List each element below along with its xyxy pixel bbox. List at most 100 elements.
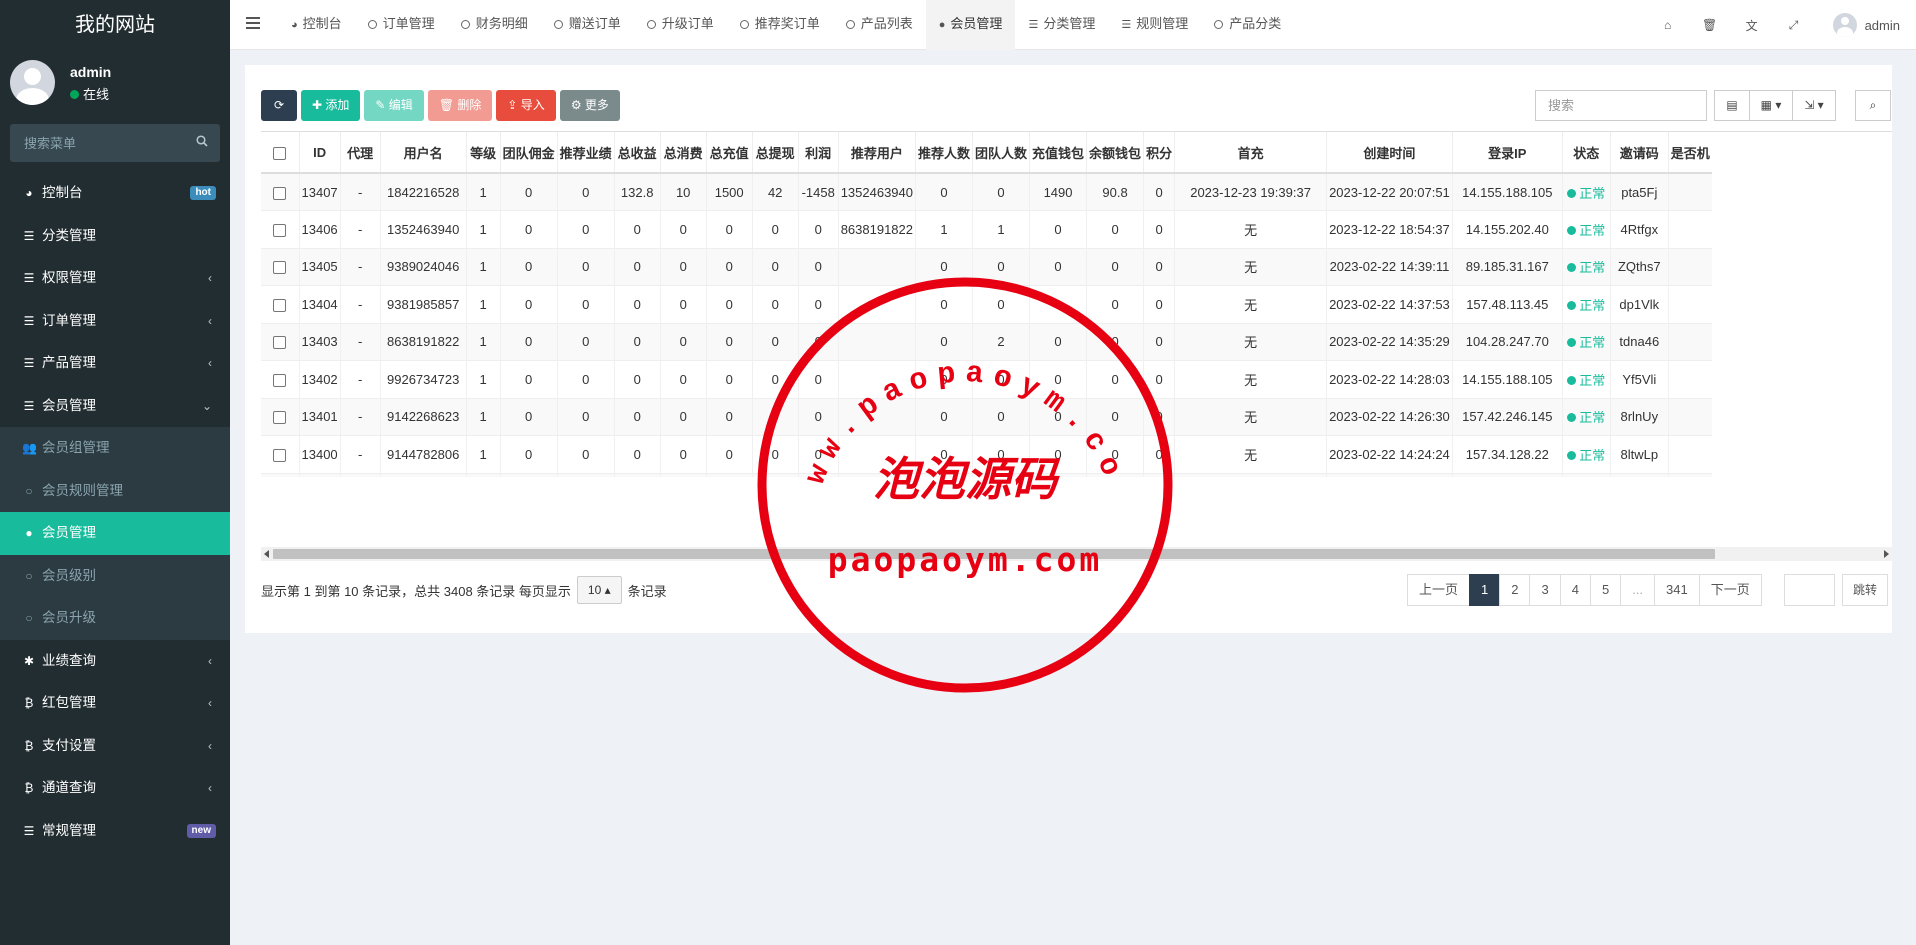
tab-1[interactable]: 订单管理 — [355, 0, 448, 50]
column-header[interactable]: ID — [298, 132, 341, 174]
column-header[interactable]: 登录IP — [1451, 132, 1563, 174]
status-badge[interactable]: 正常 — [1579, 410, 1605, 425]
sidebar-item-11[interactable]: ✱ 业绩查询 ‹ — [0, 640, 230, 683]
sidebar-item-8[interactable]: ● 会员管理 — [0, 512, 230, 555]
sidebar-item-1[interactable]: ☰ 分类管理 — [0, 215, 230, 258]
page-size-select[interactable]: 10 ▴ — [576, 576, 622, 604]
status-badge[interactable]: 正常 — [1579, 298, 1605, 313]
admin-name[interactable]: admin — [1865, 18, 1900, 33]
column-header[interactable]: 邀请码 — [1609, 132, 1669, 174]
status-badge[interactable]: 正常 — [1579, 260, 1605, 275]
table-row[interactable]: 13400-9144782806 1 0 0 0 0 0 0 0 0 0 0 0 0 无 2023-02-22… — [261, 435, 1712, 473]
column-header[interactable]: 团队人数 — [972, 132, 1030, 174]
tab-7[interactable]: ● 会员管理 — [925, 0, 1016, 50]
export-button[interactable]: ⇲ ▾ — [1792, 90, 1836, 121]
row-checkbox[interactable] — [273, 261, 287, 275]
next-page-button[interactable]: 下一页 — [1698, 574, 1762, 606]
toggle-view-button[interactable]: ▤ — [1714, 90, 1750, 121]
column-header[interactable]: 创建时间 — [1326, 132, 1453, 174]
sidebar-item-10[interactable]: ○ 会员升级 — [0, 597, 230, 640]
scroll-left-icon[interactable] — [264, 550, 269, 558]
column-header[interactable]: 团队佣金 — [499, 132, 558, 174]
row-checkbox[interactable] — [273, 411, 287, 425]
sidebar-item-13[interactable]: ₿ 支付设置 ‹ — [0, 725, 230, 768]
row-checkbox[interactable] — [273, 223, 287, 237]
sidebar-item-15[interactable]: ☰ 常规管理 new — [0, 810, 230, 853]
column-header[interactable]: 总提现 — [751, 132, 799, 174]
tab-2[interactable]: 财务明细 — [448, 0, 541, 50]
jump-page-input[interactable] — [1784, 574, 1835, 606]
add-button[interactable]: ✚ 添加 — [301, 90, 361, 121]
table-search-input[interactable] — [1536, 91, 1706, 120]
home-icon[interactable]: ⌂ — [1647, 18, 1689, 32]
fullscreen-icon[interactable]: ⤢ — [1773, 18, 1815, 33]
table-row[interactable]: 13403-8638191822 1 0 0 0 0 0 0 0 0 2 0 0 0 无 2023-02-22… — [261, 322, 1712, 361]
column-header[interactable]: 总消费 — [659, 132, 707, 174]
column-header[interactable]: 推荐业绩 — [556, 132, 615, 174]
page-button[interactable]: 4 — [1559, 574, 1591, 606]
column-header[interactable]: 积分 — [1143, 132, 1175, 174]
tab-9[interactable]: ☰ 规则管理 — [1108, 0, 1201, 50]
tab-0[interactable]: ◕ 控制台 — [278, 0, 355, 50]
status-badge[interactable]: 正常 — [1579, 223, 1605, 238]
tab-5[interactable]: 推荐奖订单 — [727, 0, 833, 50]
tab-10[interactable]: 产品分类 — [1201, 0, 1294, 50]
advanced-search-button[interactable]: ⌕ — [1855, 90, 1891, 121]
admin-avatar[interactable] — [1832, 13, 1857, 37]
table-row[interactable]: 13406-1352463940 1 0 0 0 0 0 0 0 8638191822 1 1 0 0 0 无… — [261, 210, 1712, 248]
menu-toggle-icon[interactable] — [246, 17, 260, 31]
more-button[interactable]: ⚙ 更多 — [559, 90, 620, 121]
table-row[interactable]: 13402-9926734723 1 0 0 0 0 0 0 0 0 0 0 0 0 无 2023-02-22… — [261, 360, 1712, 398]
delete-button[interactable]: 🗑 删除 — [427, 90, 493, 121]
table-row[interactable]: 13405-9389024046 1 0 0 0 0 0 0 0 0 0 0 0 0 无 2023-02-22… — [261, 247, 1712, 286]
sidebar-item-4[interactable]: ☰ 产品管理 ‹ — [0, 342, 230, 385]
table-row[interactable]: 13404-9381985857 1 0 0 0 0 0 0 0 0 0 0 0 0 无 2023-02-22… — [261, 285, 1712, 323]
table-row[interactable]: 13399-96869509071000000000000无2023-02-22… — [261, 472, 1712, 477]
row-checkbox[interactable] — [273, 373, 287, 387]
status-badge[interactable]: 正常 — [1579, 335, 1605, 350]
scroll-right-icon[interactable] — [1884, 550, 1889, 558]
column-header[interactable]: 等级 — [465, 132, 501, 174]
column-header[interactable]: 总收益 — [613, 132, 661, 174]
page-button[interactable]: 3 — [1529, 574, 1561, 606]
page-button[interactable]: ... — [1620, 574, 1656, 606]
column-header[interactable]: 利润 — [797, 132, 839, 174]
column-header[interactable]: 用户名 — [379, 132, 467, 174]
tab-4[interactable]: 升级订单 — [634, 0, 727, 50]
refresh-button[interactable]: ⟳ — [261, 90, 297, 121]
page-button[interactable]: 2 — [1499, 574, 1531, 606]
page-button[interactable]: 5 — [1589, 574, 1622, 606]
sidebar-item-2[interactable]: ☰ 权限管理 ‹ — [0, 257, 230, 300]
column-header[interactable]: 总充值 — [705, 132, 753, 174]
column-header[interactable]: 首充 — [1174, 132, 1327, 174]
column-header[interactable]: 充值钱包 — [1029, 132, 1087, 174]
sidebar-item-3[interactable]: ☰ 订单管理 ‹ — [0, 300, 230, 343]
select-all-checkbox[interactable] — [273, 146, 287, 160]
column-header[interactable]: 推荐人数 — [914, 132, 973, 174]
tab-8[interactable]: ☰ 分类管理 — [1015, 0, 1108, 50]
sidebar-item-0[interactable]: ◕ 控制台 hot — [0, 172, 230, 215]
columns-button[interactable]: ▦ ▾ — [1749, 90, 1793, 121]
menu-search-input[interactable] — [10, 124, 220, 162]
table-row[interactable]: 13407-1842216528 1 0 0 132.8 10 1500 42 -1458 135… — [261, 172, 1712, 211]
sidebar-item-14[interactable]: ₿ 通道查询 ‹ — [0, 767, 230, 810]
row-checkbox[interactable] — [273, 186, 287, 200]
sidebar-item-6[interactable]: 👥 会员组管理 — [0, 427, 230, 470]
trash-icon[interactable]: 🗑 — [1689, 18, 1731, 32]
column-header[interactable]: 余额钱包 — [1086, 132, 1144, 174]
scrollbar-thumb[interactable] — [273, 549, 1715, 559]
horizontal-scrollbar[interactable] — [261, 547, 1892, 561]
page-button[interactable]: 1 — [1469, 574, 1501, 606]
tab-6[interactable]: 产品列表 — [833, 0, 926, 50]
column-header[interactable]: 状态 — [1561, 132, 1611, 174]
status-badge[interactable]: 正常 — [1579, 373, 1605, 388]
column-header[interactable]: 推荐用户 — [837, 132, 916, 174]
status-badge[interactable]: 正常 — [1579, 448, 1605, 463]
import-button[interactable]: ⇪ 导入 — [496, 90, 556, 121]
row-checkbox[interactable] — [273, 448, 287, 462]
status-badge[interactable]: 正常 — [1579, 186, 1605, 201]
sidebar-item-7[interactable]: ○ 会员规则管理 — [0, 469, 230, 512]
language-icon[interactable]: 文 — [1731, 17, 1773, 34]
edit-button[interactable]: ✎ 编辑 — [364, 90, 424, 121]
sidebar-item-5[interactable]: ☰ 会员管理 ⌄ — [0, 385, 230, 428]
